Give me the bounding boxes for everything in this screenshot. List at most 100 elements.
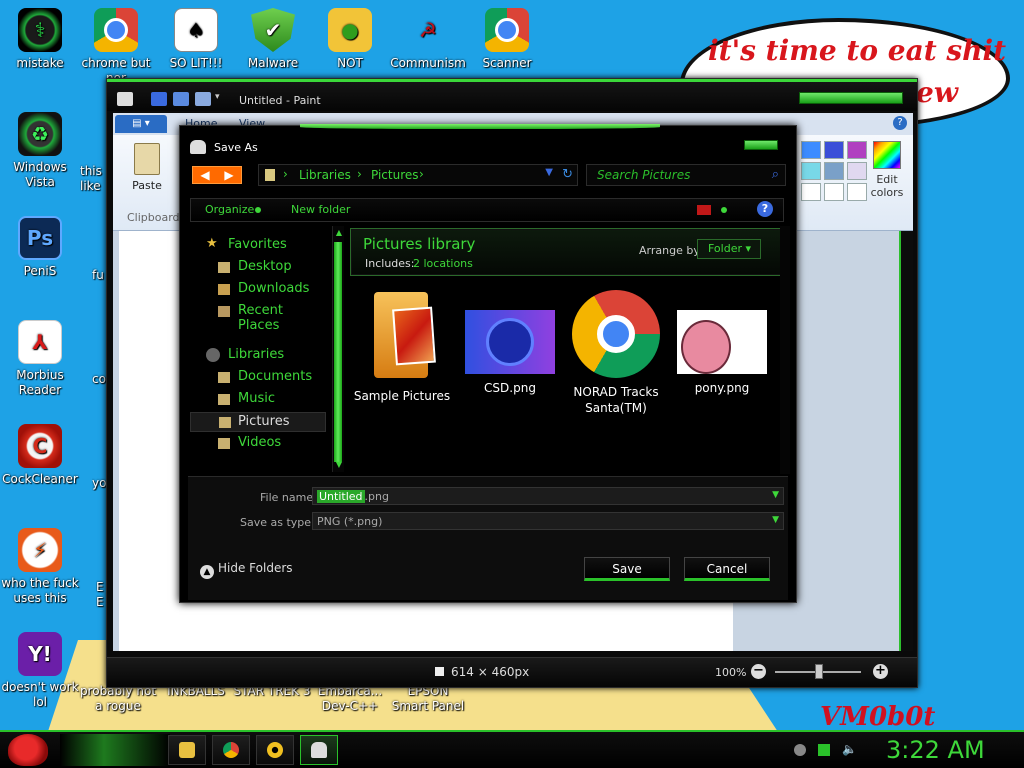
palette-swatch[interactable]	[847, 183, 867, 201]
palette-swatch[interactable]	[801, 183, 821, 201]
desktop-icon-this-like[interactable]: this like	[80, 164, 104, 194]
locations-link[interactable]: 2 locations	[413, 257, 473, 270]
chevron-down-icon[interactable]: ▾	[215, 92, 225, 106]
organize-dropdown-icon[interactable]	[255, 207, 261, 213]
clock[interactable]: 3:22 AM	[886, 736, 985, 764]
color-wheel-icon	[873, 141, 901, 169]
volume-icon[interactable]: 🔈	[842, 742, 857, 756]
desktop-icon-epson[interactable]: EPSON Smart Panel	[388, 684, 468, 714]
desktop-icon-yahoo[interactable]: Y! doesn't work lol	[0, 632, 80, 710]
chevron-right-icon[interactable]: ›	[283, 167, 288, 181]
view-dropdown-icon[interactable]	[721, 207, 727, 213]
zoom-out-button[interactable]: −	[751, 664, 766, 679]
chevron-right-icon[interactable]: ›	[419, 167, 424, 181]
scrollbar-thumb[interactable]	[334, 242, 342, 462]
palette-swatch[interactable]	[824, 183, 844, 201]
chevron-down-icon[interactable]: ▼	[772, 490, 779, 500]
palette-swatch[interactable]	[847, 162, 867, 180]
network-icon[interactable]	[818, 744, 830, 756]
nav-music[interactable]: Music	[190, 390, 326, 410]
nav-documents[interactable]: Documents	[190, 368, 326, 388]
cancel-button[interactable]: Cancel	[684, 557, 770, 581]
save-button[interactable]: Save	[584, 557, 670, 581]
undo-icon[interactable]	[173, 92, 189, 106]
desktop-icon-mistake[interactable]: ⚕ mistake	[0, 8, 80, 71]
window-controls[interactable]	[799, 92, 903, 104]
nav-videos[interactable]: Videos	[190, 434, 326, 454]
desktop-icon-cockcleaner[interactable]: C CockCleaner	[0, 424, 80, 487]
desktop-icon-morbius-reader[interactable]: ⅄ Morbius Reader	[0, 320, 80, 398]
canvas-scrollbar[interactable]	[899, 231, 913, 651]
file-name-input[interactable]: Untitled .png ▼	[312, 487, 784, 505]
paint-app-icon[interactable]	[117, 92, 133, 106]
start-button[interactable]	[8, 734, 48, 766]
file-menu-button[interactable]: ▤ ▾	[115, 115, 167, 133]
nav-scrollbar[interactable]: ▲ ▼	[332, 226, 344, 472]
desktop-icon-dev-cpp[interactable]: Embarca... Dev-C++	[310, 684, 390, 714]
taskbar-chrome[interactable]	[212, 735, 250, 765]
save-type-select[interactable]: PNG (*.png) ▼	[312, 512, 784, 530]
breadcrumb-pictures[interactable]: Pictures	[371, 168, 419, 182]
file-item-norad[interactable]: NORAD Tracks Santa(TM)	[564, 290, 668, 416]
paste-button[interactable]: Paste	[119, 139, 175, 205]
palette-swatch[interactable]	[824, 162, 844, 180]
desktop-icon-scanner[interactable]: Scanner	[467, 8, 547, 71]
nav-favorites[interactable]: ★ Favorites	[190, 236, 326, 256]
close-button[interactable]	[744, 140, 778, 150]
new-folder-button[interactable]: New folder	[291, 203, 350, 216]
scroll-down-icon[interactable]: ▼	[334, 460, 344, 470]
palette-swatch[interactable]	[801, 141, 821, 159]
arrange-by-dropdown[interactable]: Folder ▾	[697, 239, 761, 259]
desktop-icon-yo[interactable]: yo	[92, 476, 106, 491]
search-box[interactable]: Search Pictures ⌕	[586, 164, 786, 186]
desktop-icon-windows-vista[interactable]: ♻ Windows Vista	[0, 112, 80, 190]
file-item-csd[interactable]: CSD.png	[458, 290, 562, 396]
forward-arrow-icon[interactable]: ▶	[217, 167, 241, 183]
nav-libraries[interactable]: Libraries	[190, 346, 326, 366]
organize-button[interactable]: Organize	[205, 203, 254, 216]
desktop-icon-co[interactable]: co	[92, 372, 106, 387]
palette-swatch[interactable]	[824, 141, 844, 159]
desktop-icon-malware[interactable]: ✔ Malware	[233, 8, 313, 71]
zoom-in-button[interactable]: +	[873, 664, 888, 679]
chevron-right-icon[interactable]: ›	[357, 167, 362, 181]
change-view-icon[interactable]	[697, 205, 711, 215]
desktop-icon-communism[interactable]: ☭ Communism	[388, 8, 468, 71]
palette-swatch[interactable]	[847, 141, 867, 159]
search-icon[interactable]: ⌕	[772, 167, 779, 182]
breadcrumb-libraries[interactable]: Libraries	[299, 168, 351, 182]
nav-downloads[interactable]: Downloads	[190, 280, 326, 300]
nav-recent-places[interactable]: Recent Places	[190, 302, 326, 333]
taskbar-media[interactable]	[256, 735, 294, 765]
desktop-icon-fu[interactable]: fu	[92, 268, 106, 283]
desktop-icon-solitaire[interactable]: ♠ SO LIT!!!	[156, 8, 236, 71]
redo-icon[interactable]	[195, 92, 211, 106]
refresh-icon[interactable]: ↻	[562, 167, 573, 182]
file-item-sample-pictures[interactable]: Sample Pictures	[350, 290, 454, 404]
desktop-icon-not[interactable]: ● NOT	[310, 8, 390, 71]
address-bar[interactable]: › Libraries › Pictures › ▼ ↻	[258, 164, 578, 186]
desktop-icon-probably-not-a-rogue[interactable]: probably not a rogue	[78, 684, 158, 714]
file-list-scrollbar[interactable]	[780, 226, 790, 474]
file-item-pony[interactable]: pony.png	[670, 290, 774, 396]
save-icon[interactable]	[151, 92, 167, 106]
scroll-up-icon[interactable]: ▲	[334, 228, 344, 238]
help-icon[interactable]: ?	[893, 116, 907, 130]
desktop-icon-chrome[interactable]: chrome but nor	[76, 8, 156, 86]
desktop-icon-e[interactable]: E E	[96, 580, 106, 610]
desktop-icon-penis[interactable]: Ps PeniS	[0, 216, 80, 279]
nav-pictures[interactable]: Pictures	[190, 412, 326, 432]
desktop-icon-avast[interactable]: ⚡ who the fuck uses this	[0, 528, 80, 606]
zoom-slider-thumb[interactable]	[815, 664, 823, 679]
back-arrow-icon[interactable]: ◀	[193, 167, 217, 183]
nav-desktop[interactable]: Desktop	[190, 258, 326, 278]
hide-folders-button[interactable]: ▲ Hide Folders	[200, 561, 293, 579]
taskbar-explorer[interactable]	[168, 735, 206, 765]
chevron-down-icon[interactable]: ▼	[772, 515, 779, 525]
help-icon[interactable]: ?	[757, 201, 773, 217]
chevron-down-icon[interactable]: ▼	[545, 167, 553, 178]
edit-colors-button[interactable]: Edit colors	[865, 141, 909, 199]
taskbar-paint[interactable]	[300, 735, 338, 765]
palette-swatch[interactable]	[801, 162, 821, 180]
tray-expand-icon[interactable]	[794, 744, 806, 756]
